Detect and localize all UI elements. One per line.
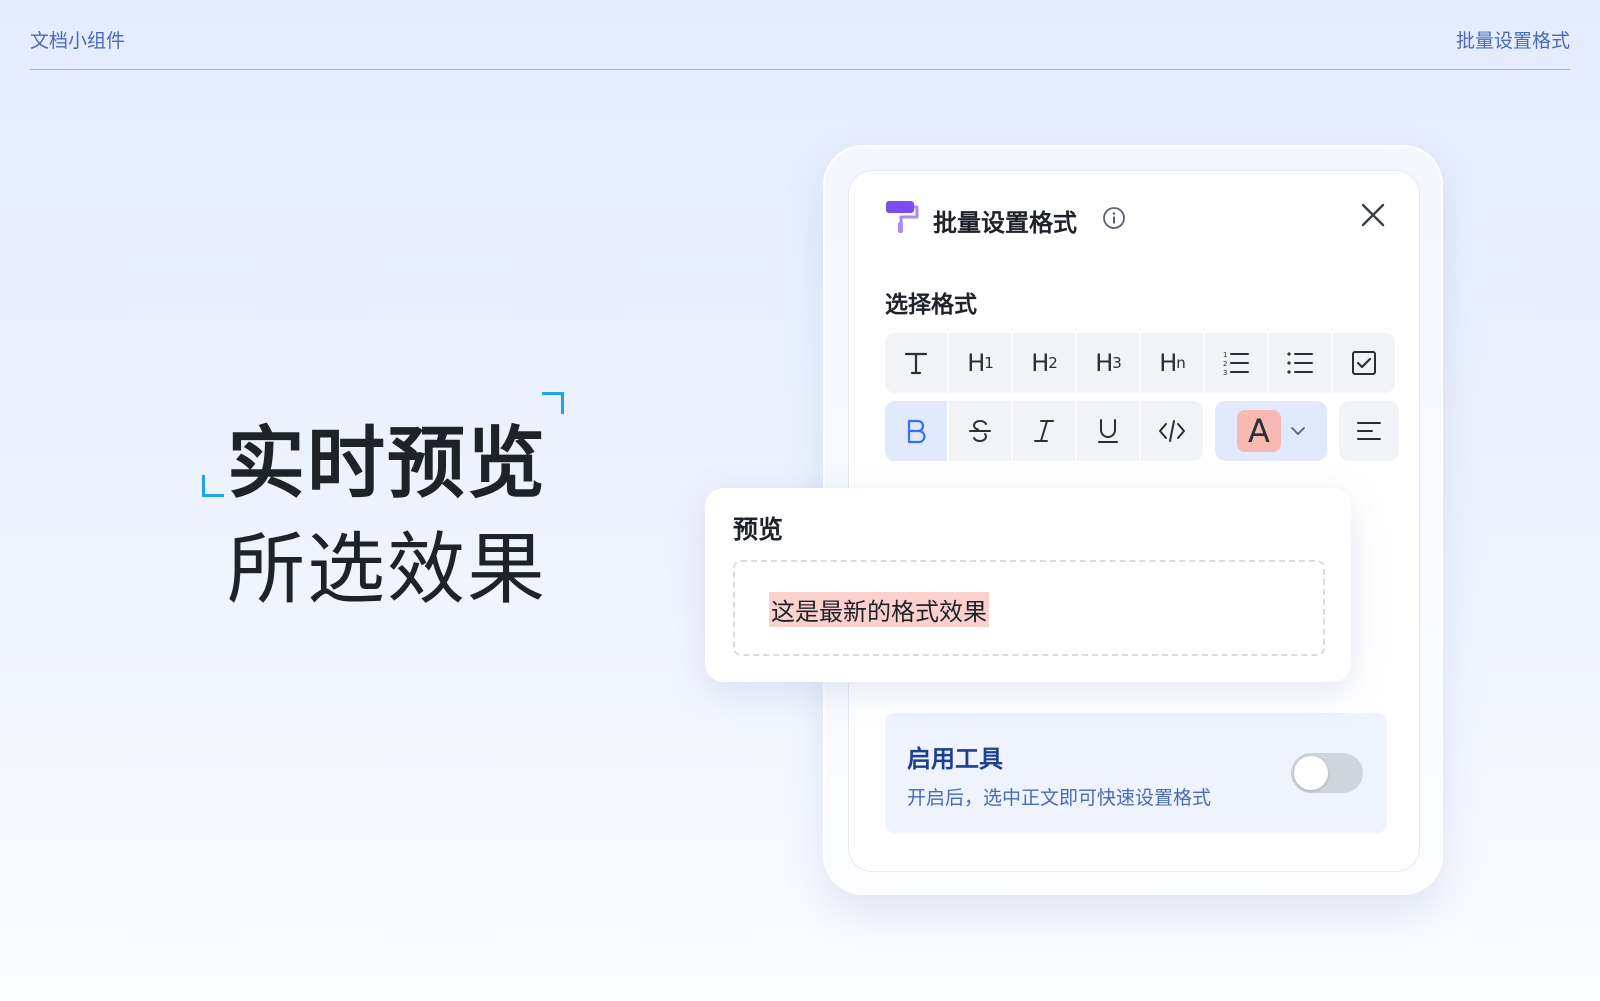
heading-2-button[interactable]: H2 [1013,333,1075,393]
hero-title: 实时预览 [227,419,548,509]
chevron-down-icon [1291,427,1305,435]
strikethrough-button[interactable] [949,401,1011,461]
preview-sample-text: 这是最新的格式效果 [769,592,989,627]
code-button[interactable] [1141,401,1203,461]
preview-card: 预览 这是最新的格式效果 [705,488,1351,682]
corner-bracket-bottom-left [202,475,224,497]
product-label: 文档小组件 [30,30,126,52]
inline-format-group [885,401,1203,461]
heading-1-button[interactable]: H1 [949,333,1011,393]
top-bar: 文档小组件 批量设置格式 [30,0,1570,70]
bullet-list-icon [1287,352,1313,374]
hero-subtitle: 所选效果 [227,525,548,615]
inline-format-row: A [885,401,1399,461]
italic-icon [1034,420,1054,442]
format-brush-icon [886,201,919,233]
code-icon [1159,420,1185,442]
enable-toggle[interactable] [1291,753,1363,793]
text-color-swatch: A [1237,410,1281,452]
block-format-group: H1 H2 H3 Hn 1 2 3 [885,333,1395,393]
heading-3-button[interactable]: H3 [1077,333,1139,393]
bold-button[interactable] [885,401,947,461]
bullet-list-button[interactable] [1269,333,1331,393]
select-format-label: 选择格式 [885,292,977,318]
svg-text:3: 3 [1223,369,1227,377]
underline-icon [1098,419,1118,443]
align-left-icon [1357,422,1381,440]
ordered-list-button[interactable]: 1 2 3 [1205,333,1267,393]
strikethrough-icon [969,419,991,443]
close-icon[interactable] [1359,201,1387,229]
svg-text:2: 2 [1223,360,1227,368]
text-style-button[interactable] [885,333,947,393]
task-list-button[interactable] [1333,333,1395,393]
ordered-list-icon: 1 2 3 [1223,351,1249,377]
checkbox-icon [1352,351,1376,375]
info-icon[interactable] [1102,206,1126,230]
underline-button[interactable] [1077,401,1139,461]
hero-heading: 实时预览 所选效果 [202,392,565,615]
enable-tool-title: 启用工具 [907,745,1003,773]
panel-header: 批量设置格式 [885,199,1385,237]
preview-box: 这是最新的格式效果 [733,560,1325,656]
enable-tool-section: 启用工具 开启后，选中正文即可快速设置格式 [885,713,1387,833]
panel-title: 批量设置格式 [933,209,1077,237]
text-icon [904,352,928,375]
bold-icon [907,419,926,444]
heading-n-button[interactable]: Hn [1141,333,1203,393]
align-button[interactable] [1339,401,1399,461]
svg-text:1: 1 [1223,351,1227,359]
text-color-button[interactable]: A [1215,401,1327,461]
enable-tool-description: 开启后，选中正文即可快速设置格式 [907,787,1212,809]
italic-button[interactable] [1013,401,1075,461]
preview-title: 预览 [733,515,784,544]
toggle-knob [1294,756,1328,790]
block-format-row: H1 H2 H3 Hn 1 2 3 [885,333,1395,393]
feature-label: 批量设置格式 [1455,30,1570,52]
